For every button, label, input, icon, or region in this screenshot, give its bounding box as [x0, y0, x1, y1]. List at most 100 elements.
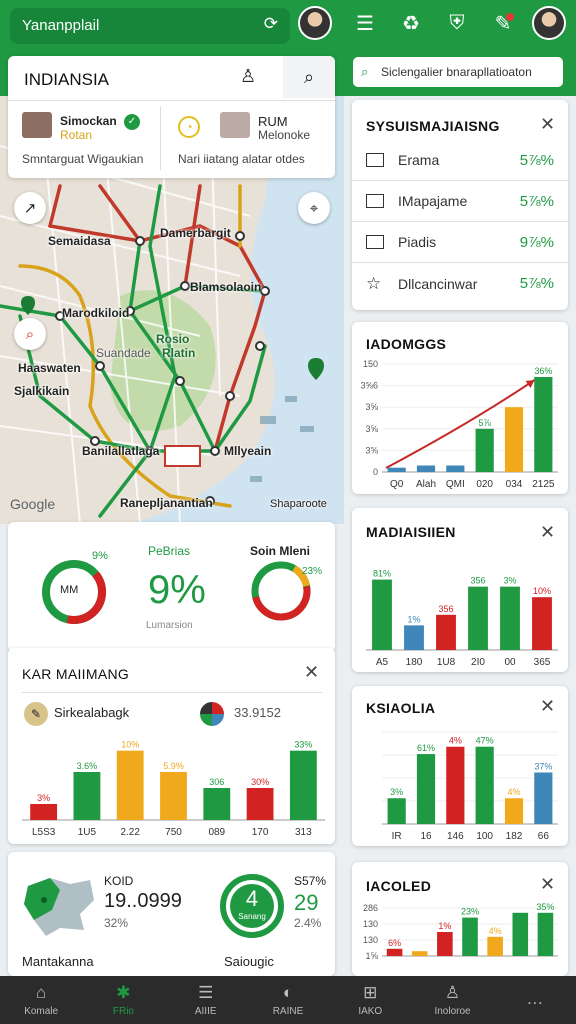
x-tick-label: 170 — [252, 827, 269, 838]
chart-bar — [289, 750, 317, 820]
data-label: 61% — [417, 743, 435, 753]
chart-bar — [386, 948, 403, 956]
data-label: 81% — [373, 569, 391, 579]
summary-value: 19..0999 — [104, 890, 182, 912]
user-icon[interactable]: ♙ — [240, 66, 256, 87]
map-label: Banilallatlaga — [82, 444, 160, 458]
x-tick-label: 1U8 — [437, 657, 456, 668]
donut-card: MM 9% PeBrias 9% Lumarsion Soin Mleni 23… — [8, 522, 335, 652]
chart-d-svg: 286 130 130 1⅝ 6% 1% 23% 4% 35% — [363, 902, 558, 961]
x-tick-label: 146 — [447, 831, 464, 842]
user-avatar[interactable] — [532, 6, 566, 40]
chart-bar — [475, 746, 494, 824]
monitor-icon — [366, 153, 384, 167]
x-tick-label: 089 — [208, 827, 225, 838]
data-label: 306 — [209, 777, 224, 787]
menu-icon[interactable]: ☰ — [348, 6, 382, 40]
stat-row[interactable]: Piadis 9⅞% — [352, 222, 568, 263]
x-tick-label: 1U5 — [78, 827, 97, 838]
direction-icon[interactable]: ↗ — [14, 192, 46, 224]
nav-item[interactable]: … — [494, 976, 576, 1024]
chart-bar — [436, 614, 456, 650]
data-label: 23% — [461, 907, 479, 917]
data-label: 3% — [390, 787, 403, 797]
station-a-desc: Smntarguat Wigaukian — [22, 152, 144, 166]
zoom-search-icon[interactable]: ⌕ — [14, 318, 46, 350]
map-label: Ranepljanantian — [120, 496, 213, 510]
nav-item[interactable]: ✱ FRio — [82, 976, 164, 1024]
refresh-icon[interactable]: ⟳ — [264, 14, 278, 34]
stat-row[interactable]: ☆ Dllcancinwar 5⅞% — [352, 263, 568, 304]
chart-bar — [203, 788, 231, 820]
data-label: 30% — [251, 777, 269, 787]
chart-bar — [475, 428, 494, 472]
close-icon[interactable]: ✕ — [304, 662, 319, 683]
summary-card: KOID 19..0999 32% Mantakanna 4 Sanang S5… — [8, 852, 335, 976]
summary-pct: 32% — [104, 916, 129, 930]
location-search[interactable]: Yananpplail ⟳ — [10, 8, 290, 44]
side-value: 29 — [294, 890, 319, 915]
nav-item[interactable]: ⊞ IAKO — [329, 976, 411, 1024]
x-tick-label: L5S3 — [32, 827, 56, 838]
close-icon[interactable]: ✕ — [540, 114, 555, 135]
locate-icon[interactable]: ⌖ — [298, 192, 330, 224]
station-a-sub: Rotan — [60, 128, 93, 142]
map-label: Damerbargit — [160, 226, 231, 240]
chart-bar — [500, 586, 520, 650]
station-thumbnail — [220, 112, 250, 138]
nav-item[interactable]: ♙ Inoloroe — [411, 976, 493, 1024]
y-tick-label: 3⅝ — [365, 424, 378, 434]
stat-row-value: 5⅞% — [519, 192, 554, 210]
star-icon: ☆ — [366, 273, 382, 293]
chart-bar — [160, 772, 187, 820]
map-label: Mllyeain — [224, 444, 272, 458]
data-label: 356 — [470, 576, 485, 586]
nav-label: IAKO — [358, 1006, 383, 1017]
data-label: 35% — [536, 902, 554, 912]
stat-row[interactable]: Erama 5⅞% — [352, 140, 568, 181]
nav-item[interactable]: ☰ AIIIE — [165, 976, 247, 1024]
nav-label: Komale — [24, 1006, 59, 1017]
stat-row[interactable]: IMapajame 5⅞% — [352, 181, 568, 222]
search-icon[interactable]: ⌕ — [283, 56, 335, 98]
map-label: Rosio — [156, 332, 190, 346]
nav-icon: ♙ — [444, 983, 461, 1002]
nav-icon: ⌂ — [36, 983, 47, 1002]
close-icon[interactable]: ✕ — [540, 874, 555, 895]
map-label: Haaswaten — [18, 361, 81, 375]
nav-item[interactable]: ⌂ Komale — [0, 976, 82, 1024]
legend-title: PeBrias — [148, 544, 191, 558]
x-tick-label: 034 — [506, 479, 523, 490]
x-tick-label: 750 — [165, 827, 182, 838]
donut-1-center: MM — [60, 584, 79, 596]
check-icon: ✓ — [124, 114, 140, 130]
nav-item[interactable]: ◐ RAINE — [247, 976, 329, 1024]
data-label: 1% — [438, 921, 451, 931]
data-label: 3.6% — [77, 761, 98, 771]
nav-label: AIIIE — [194, 1006, 217, 1017]
notification-icon[interactable]: ✎ — [486, 6, 520, 40]
summary-caption: Mantakanna — [22, 954, 94, 969]
close-icon[interactable]: ✕ — [540, 522, 555, 543]
map-label: Marodkiloid — [62, 306, 130, 320]
x-tick-label: 182 — [506, 831, 523, 842]
chart-bar — [404, 625, 424, 650]
station-b-name: RUM — [258, 114, 288, 129]
chart-bar — [537, 912, 554, 956]
stat-row-label: Dllcancinwar — [398, 275, 478, 292]
chart-bar — [416, 754, 436, 824]
chart-bar — [446, 465, 465, 472]
chart-bar — [487, 936, 503, 956]
shield-icon[interactable]: ⛨ — [440, 6, 474, 40]
recycle-icon[interactable]: ♻ — [394, 6, 428, 40]
close-icon[interactable]: ✕ — [540, 696, 555, 717]
map-info-panel: INDIANSIA ♙ ⌕ Simockan Rotan ✓ Smntargua… — [8, 56, 335, 178]
data-label: 5.9% — [163, 761, 184, 771]
donut-2-pct: 23% — [302, 566, 323, 577]
route-search-input[interactable]: ⌕ Siclengalier bnarapllatioaton — [352, 56, 564, 88]
profile-avatar[interactable] — [298, 6, 332, 40]
bottom-nav: ⌂ Komale ✱ FRio ☰ AIIIE ◐ RAINE ⊞ IAKO ♙ Inoloroe… — [0, 976, 576, 1024]
x-tick-label: 66 — [538, 831, 550, 842]
x-tick-label: Q0 — [390, 479, 404, 490]
data-label: 33% — [294, 740, 312, 750]
